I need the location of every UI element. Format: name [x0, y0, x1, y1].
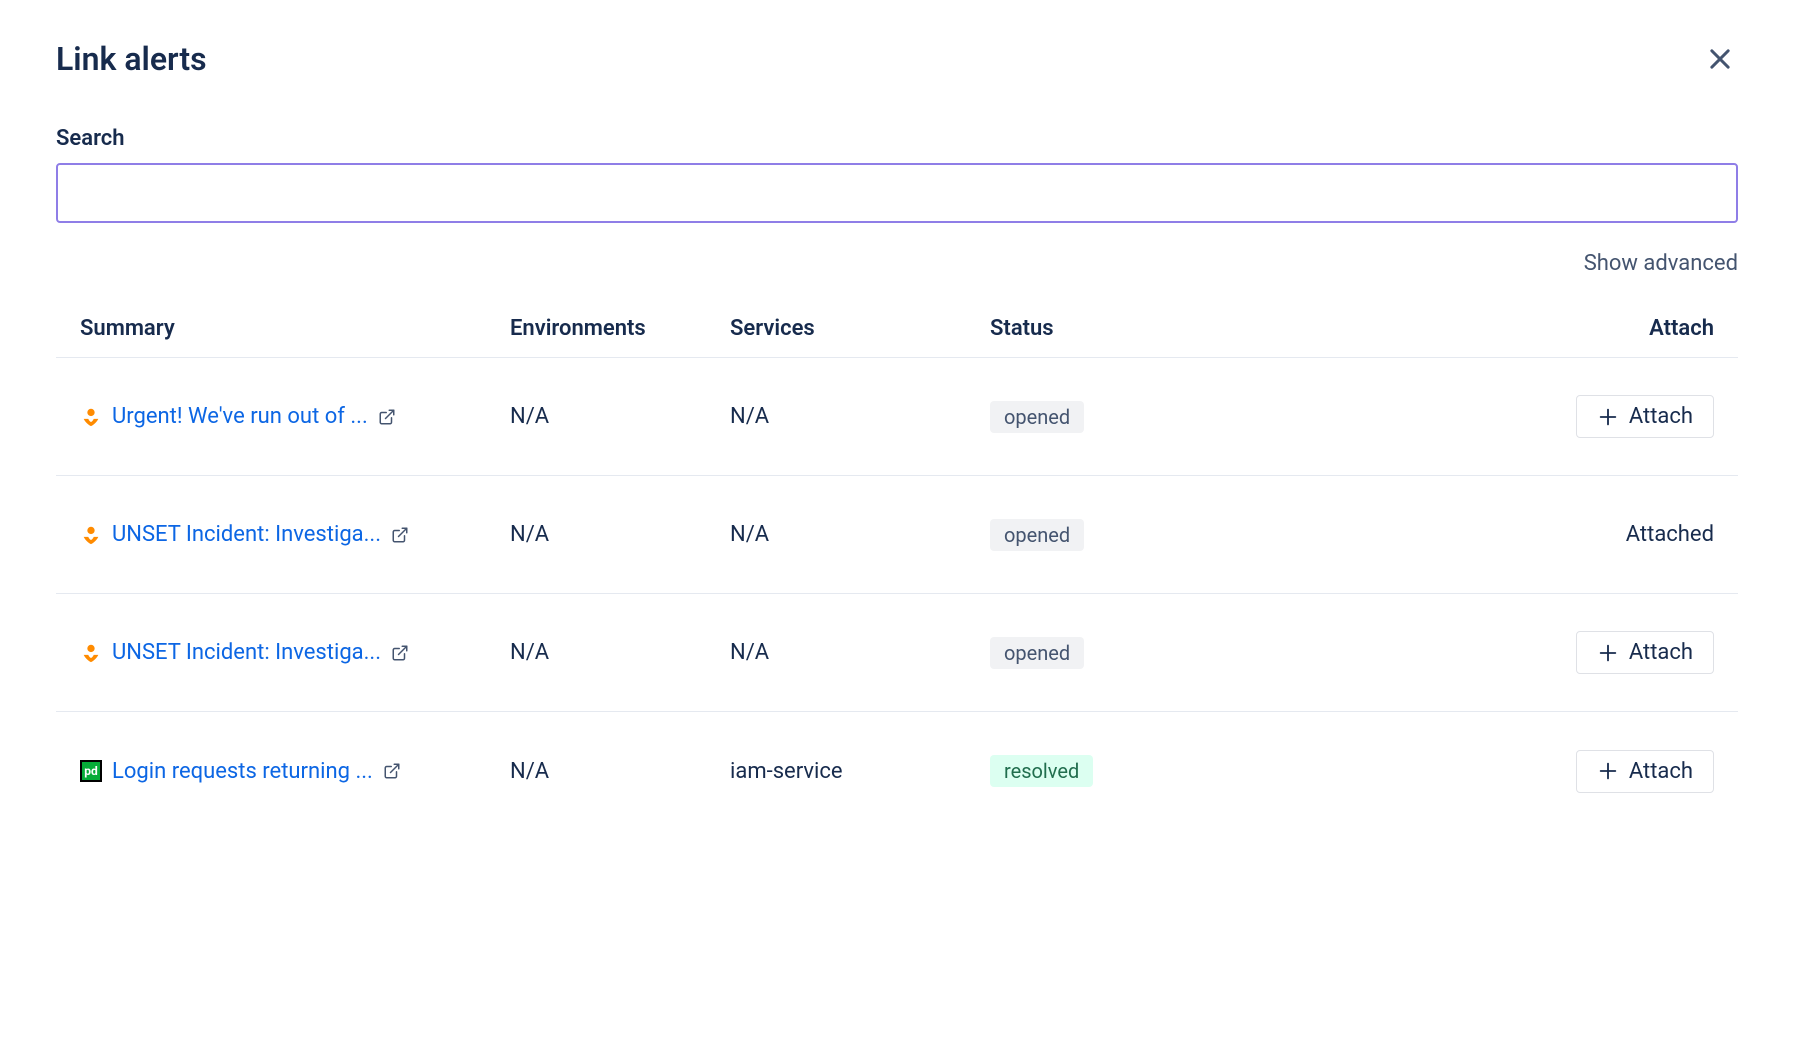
opsgenie-icon: [80, 642, 102, 664]
search-input[interactable]: [56, 163, 1738, 223]
summary-cell: UNSET Incident: Investiga...: [80, 522, 510, 547]
link-alerts-dialog: Link alerts Search Show advanced Summary…: [0, 0, 1794, 870]
table-row: pd Login requests returning ... N/Aiam-ser…: [56, 712, 1738, 830]
attach-button-label: Attach: [1629, 759, 1693, 784]
alert-summary-link[interactable]: Login requests returning ...: [112, 759, 373, 784]
search-label: Search: [56, 126, 1738, 151]
environments-cell: N/A: [510, 759, 730, 784]
column-services: Services: [730, 316, 990, 341]
column-attach: Attach: [1190, 316, 1714, 341]
external-link-icon: [391, 526, 409, 544]
external-link-icon: [378, 408, 396, 426]
summary-cell: pd Login requests returning ...: [80, 759, 510, 784]
close-icon: [1706, 45, 1734, 73]
opsgenie-icon: [80, 524, 102, 546]
status-badge: opened: [990, 519, 1084, 551]
pagerduty-icon: pd: [80, 760, 102, 782]
dialog-title: Link alerts: [56, 40, 207, 78]
environments-cell: N/A: [510, 522, 730, 547]
alerts-table: Summary Environments Services Status Att…: [56, 300, 1738, 830]
services-cell: N/A: [730, 522, 990, 547]
attach-button-label: Attach: [1629, 640, 1693, 665]
close-button[interactable]: [1702, 41, 1738, 77]
attach-cell: Attach: [1190, 395, 1714, 438]
column-environments: Environments: [510, 316, 730, 341]
external-link-icon: [391, 644, 409, 662]
services-cell: iam-service: [730, 759, 990, 784]
column-summary: Summary: [80, 316, 510, 341]
alert-summary-link[interactable]: UNSET Incident: Investiga...: [112, 522, 381, 547]
status-badge: resolved: [990, 755, 1093, 787]
attach-button[interactable]: Attach: [1576, 750, 1714, 793]
status-badge: opened: [990, 637, 1084, 669]
table-header: Summary Environments Services Status Att…: [56, 300, 1738, 358]
column-status: Status: [990, 316, 1190, 341]
status-cell: resolved: [990, 755, 1190, 787]
table-row: UNSET Incident: Investiga...N/AN/Aopened…: [56, 594, 1738, 712]
external-link-icon: [383, 762, 401, 780]
summary-cell: UNSET Incident: Investiga...: [80, 640, 510, 665]
attach-button-label: Attach: [1629, 404, 1693, 429]
attached-label: Attached: [1626, 522, 1714, 547]
summary-cell: Urgent! We've run out of ...: [80, 404, 510, 429]
status-badge: opened: [990, 401, 1084, 433]
table-body: Urgent! We've run out of ...N/AN/Aopened…: [56, 358, 1738, 830]
environments-cell: N/A: [510, 404, 730, 429]
plus-icon: [1597, 642, 1619, 664]
status-cell: opened: [990, 637, 1190, 669]
plus-icon: [1597, 760, 1619, 782]
environments-cell: N/A: [510, 640, 730, 665]
services-cell: N/A: [730, 404, 990, 429]
alert-summary-link[interactable]: Urgent! We've run out of ...: [112, 404, 368, 429]
show-advanced-link[interactable]: Show advanced: [56, 251, 1738, 276]
opsgenie-icon: [80, 406, 102, 428]
dialog-header: Link alerts: [56, 40, 1738, 78]
alert-summary-link[interactable]: UNSET Incident: Investiga...: [112, 640, 381, 665]
attach-cell: Attach: [1190, 631, 1714, 674]
plus-icon: [1597, 406, 1619, 428]
table-row: UNSET Incident: Investiga...N/AN/Aopened…: [56, 476, 1738, 594]
status-cell: opened: [990, 519, 1190, 551]
status-cell: opened: [990, 401, 1190, 433]
table-row: Urgent! We've run out of ...N/AN/Aopened…: [56, 358, 1738, 476]
attach-button[interactable]: Attach: [1576, 631, 1714, 674]
attach-cell: Attach: [1190, 750, 1714, 793]
attach-button[interactable]: Attach: [1576, 395, 1714, 438]
attach-cell: Attached: [1190, 522, 1714, 547]
services-cell: N/A: [730, 640, 990, 665]
